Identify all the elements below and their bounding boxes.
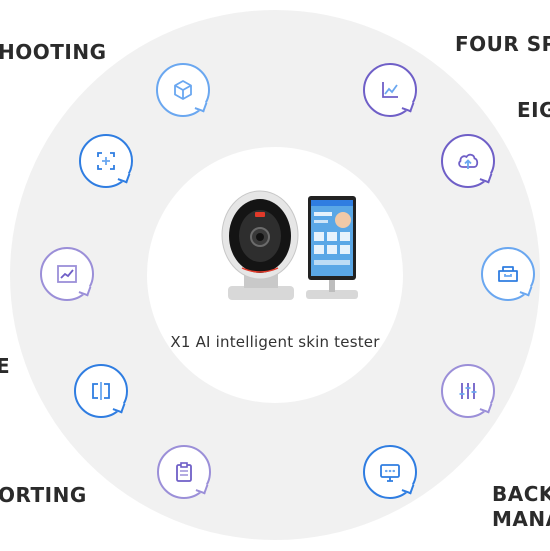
label-eight: EIG [517, 98, 550, 122]
feature-settings[interactable] [441, 364, 495, 418]
label-shooting: HOOTING [0, 40, 107, 64]
feature-cloud[interactable] [441, 134, 495, 188]
feature-management[interactable] [363, 445, 417, 499]
clipboard-icon [176, 462, 192, 482]
feature-trend[interactable] [40, 247, 94, 301]
cube-icon [174, 80, 192, 100]
feature-scan[interactable] [79, 134, 133, 188]
label-management: MANA [492, 507, 550, 531]
inbox-icon [498, 266, 518, 282]
label-backstage: BACK [492, 482, 550, 506]
sliders-icon [459, 383, 477, 399]
skin-tester-illustration [221, 190, 358, 300]
feature-3d-cube[interactable] [156, 63, 210, 117]
product-caption: X1 AI intelligent skin tester [170, 333, 380, 351]
feature-report[interactable] [157, 445, 211, 499]
label-left-middle: E [0, 354, 11, 378]
monitor-message-icon [380, 464, 400, 482]
trend-line-icon [57, 265, 77, 283]
label-reporting: ORTING [0, 483, 87, 507]
scan-focus-icon [97, 152, 115, 170]
chart-icon [382, 82, 398, 98]
label-four-spectrum: FOUR SP [455, 32, 550, 56]
split-compare-icon [92, 382, 110, 400]
feature-inbox[interactable] [481, 247, 535, 301]
feature-chart[interactable] [363, 63, 417, 117]
feature-compare[interactable] [74, 364, 128, 418]
cloud-upload-icon [458, 153, 479, 169]
